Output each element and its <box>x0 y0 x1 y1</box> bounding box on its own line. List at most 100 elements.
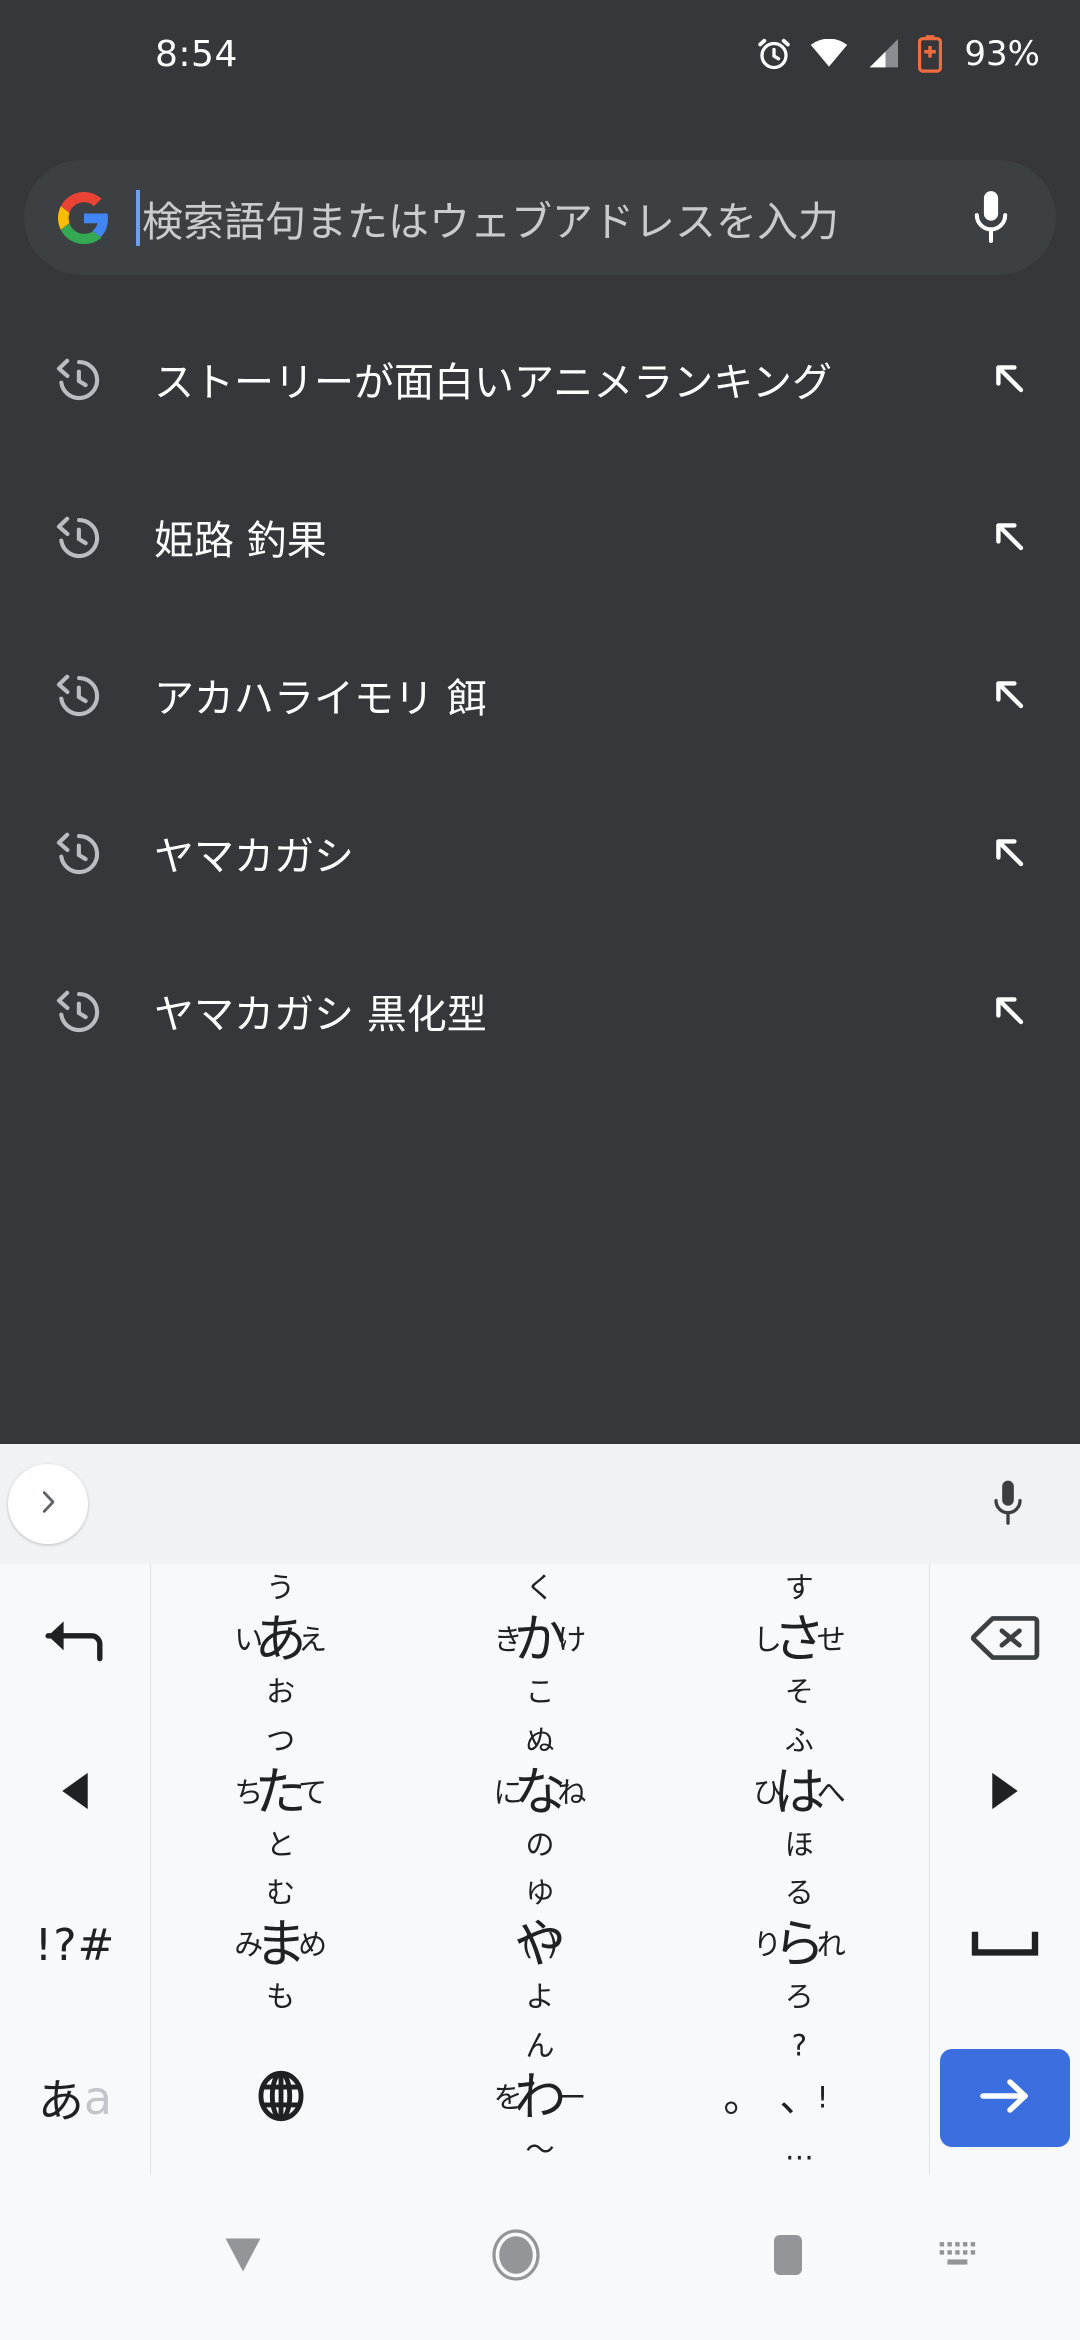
key-ha-row[interactable]: ふ ひ は へ ほ <box>670 1717 929 1870</box>
flick-right-label: て <box>298 1775 328 1810</box>
wifi-icon <box>810 39 848 69</box>
arrow-up-left-icon[interactable] <box>986 987 1034 1035</box>
suggestion-label: ヤマカガシ <box>154 834 354 880</box>
text-cursor <box>136 189 140 246</box>
backspace-key[interactable] <box>930 1564 1080 1717</box>
flick-up-label: つ <box>266 1723 296 1758</box>
enter-key[interactable] <box>939 2048 1070 2147</box>
flick-down-label: ろ <box>784 1979 814 2014</box>
globe-icon <box>252 2067 310 2129</box>
language-switch-key[interactable] <box>151 2022 410 2175</box>
flick-up-label: ふ <box>784 1723 814 1758</box>
space-key[interactable] <box>930 1869 1080 2022</box>
undo-key[interactable] <box>0 1564 150 1717</box>
flick-right-label: め <box>298 1927 328 1962</box>
url-search-bar[interactable]: 検索語句またはウェブアドレスを入力 <box>24 160 1056 275</box>
flick-down-label: も <box>266 1979 296 2014</box>
flick-down-label: 〜 <box>525 2132 555 2167</box>
arrow-up-left-icon[interactable] <box>986 671 1034 719</box>
flick-up-label: ゆ <box>525 1875 555 1910</box>
key-ra-row[interactable]: る り ら れ ろ <box>670 1869 929 2022</box>
search-suggestion-list: ストーリーが面白いアニメランキング 姫路 釣果 アカハライモリ 餌 ヤマカガシ … <box>0 300 1080 1090</box>
flick-up-label: ん <box>525 2028 555 2063</box>
suggestion-row[interactable]: アカハライモリ 餌 <box>0 616 1080 774</box>
triangle-left-icon <box>58 1771 92 1815</box>
symbols-key[interactable]: !?# <box>0 1869 150 2022</box>
cellular-signal-icon <box>866 39 900 69</box>
key-ka-row[interactable]: く き か け こ <box>410 1564 669 1717</box>
flick-up-label: ぬ <box>525 1723 555 1758</box>
kana-latin-toggle-key[interactable]: あa <box>0 2022 150 2175</box>
toolbar-voice-input-icon[interactable] <box>988 1475 1028 1533</box>
nav-hide-keyboard-button[interactable] <box>222 2233 264 2281</box>
arrow-up-left-icon[interactable] <box>986 513 1034 561</box>
key-sa-row[interactable]: す し さ せ そ <box>670 1564 929 1717</box>
nav-home-button[interactable] <box>492 2229 540 2285</box>
arrow-right-icon <box>977 2076 1033 2120</box>
status-clock: 8:54 <box>155 33 238 75</box>
history-clock-icon <box>52 511 104 563</box>
flick-down-label: そ <box>784 1674 814 1709</box>
flick-down-label: … <box>784 2132 814 2167</box>
keyboard-row-4: あa ん を わ ー 〜 ? 。 、 ! … <box>0 2021 1080 2175</box>
suggestion-row[interactable]: ヤマカガシ 黒化型 <box>0 932 1080 1090</box>
flick-up-label: る <box>784 1875 814 1910</box>
arrow-up-left-icon[interactable] <box>986 829 1034 877</box>
triangle-down-icon <box>222 2233 264 2281</box>
arrow-up-left-icon[interactable] <box>986 355 1034 403</box>
search-placeholder-text: 検索語句またはウェブアドレスを入力 <box>142 197 839 246</box>
history-clock-icon <box>52 985 104 1037</box>
flick-down-label: こ <box>525 1674 555 1709</box>
symbols-key-label: !?# <box>34 1919 116 1971</box>
toggle-latin-label: a <box>83 2070 113 2125</box>
japanese-flick-keyboard: う い あ え お く き か け こ す し さ せ そ つ ち た て と … <box>0 1564 1080 2174</box>
triangle-right-icon <box>988 1771 1022 1815</box>
key-ta-row[interactable]: つ ち た て と <box>151 1717 410 1870</box>
backspace-icon <box>970 1612 1040 1668</box>
flick-up-label: む <box>266 1875 296 1910</box>
flick-center-label: や <box>513 1915 566 1976</box>
suggestion-row[interactable]: 姫路 釣果 <box>0 458 1080 616</box>
flick-right-label: ) <box>546 1927 559 1962</box>
keyboard-row-1: う い あ え お く き か け こ す し さ せ そ <box>0 1564 1080 1717</box>
suggestion-label: アカハライモリ 餌 <box>154 676 487 722</box>
suggestion-row[interactable]: ストーリーが面白いアニメランキング <box>0 300 1080 458</box>
suggestion-row[interactable]: ヤマカガシ <box>0 774 1080 932</box>
key-wa-row[interactable]: ん を わ ー 〜 <box>410 2022 669 2175</box>
flick-down-label: と <box>266 1827 296 1862</box>
space-bar-icon <box>969 1928 1041 1962</box>
flick-down-label: ほ <box>784 1827 814 1862</box>
key-ma-row[interactable]: む み ま め も <box>151 1869 410 2022</box>
battery-saver-icon <box>918 35 943 73</box>
key-punctuation[interactable]: ? 。 、 ! … <box>670 2022 929 2175</box>
nav-keyboard-switcher-button[interactable] <box>936 2236 984 2278</box>
enter-key-cell[interactable] <box>930 2022 1080 2175</box>
flick-right-label: せ <box>816 1622 846 1657</box>
cursor-left-key[interactable] <box>0 1717 150 1870</box>
status-icons: 93% <box>756 34 1040 74</box>
flick-right-label: え <box>298 1622 328 1657</box>
cursor-right-key[interactable] <box>930 1717 1080 1870</box>
key-na-row[interactable]: ぬ に な ね の <box>410 1717 669 1870</box>
suggestion-label: ストーリーが面白いアニメランキング <box>154 360 832 406</box>
nav-recents-button[interactable] <box>768 2233 808 2281</box>
suggestion-label: 姫路 釣果 <box>154 518 327 564</box>
key-a-row[interactable]: う い あ え お <box>151 1564 410 1717</box>
key-ya-row[interactable]: ゆ ( や ) よ <box>410 1869 669 2022</box>
flick-down-label: よ <box>525 1979 555 2014</box>
keyboard-switch-icon <box>936 2236 984 2278</box>
keyboard-row-2: つ ち た て と ぬ に な ね の ふ ひ は へ ほ <box>0 1716 1080 1870</box>
flick-center-label: 、 <box>779 2074 820 2121</box>
history-clock-icon <box>52 827 104 879</box>
battery-percent-label: 93% <box>964 34 1040 74</box>
keyboard-toolbar <box>0 1444 1080 1564</box>
flick-right-label: れ <box>816 1927 846 1962</box>
search-input[interactable]: 検索語句またはウェブアドレスを入力 <box>136 160 968 275</box>
status-bar: 8:54 93% <box>0 0 1080 108</box>
flick-up-label: う <box>266 1570 296 1605</box>
voice-search-microphone-icon[interactable] <box>968 187 1014 249</box>
flick-up-label: す <box>784 1570 814 1605</box>
toolbar-expand-button[interactable] <box>8 1464 88 1544</box>
flick-right-label: ー <box>557 2080 587 2115</box>
toggle-kana-label: あ <box>37 2073 84 2128</box>
